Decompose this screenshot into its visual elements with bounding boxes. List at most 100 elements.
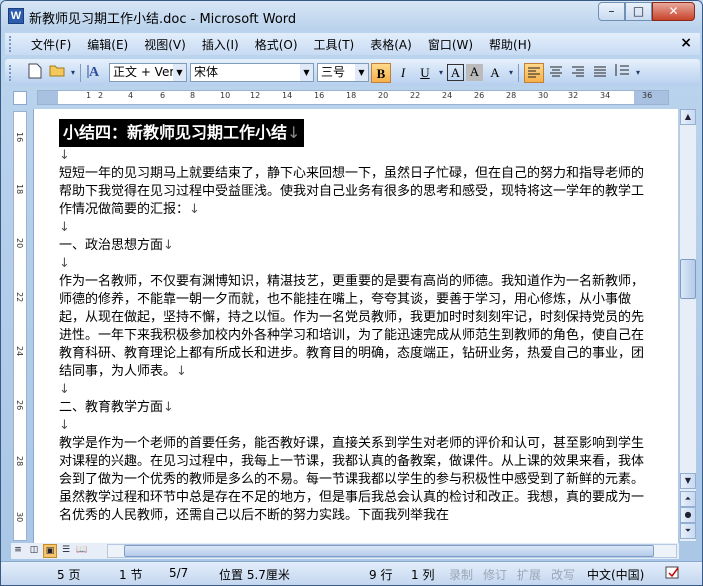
styles-pane-icon[interactable]: A (86, 63, 106, 83)
ruler-label: 24 (442, 91, 453, 100)
style-select[interactable]: 正文 + Ver ▼ (109, 63, 187, 82)
ruler-label: 1 (86, 91, 92, 100)
underline-button[interactable]: U (415, 63, 435, 83)
ruler-label: 20 (378, 91, 389, 100)
menu-tools[interactable]: 工具(T) (306, 36, 363, 53)
vruler-label: 24 (15, 346, 24, 357)
document-text[interactable]: 小结四：新教师见习期工作小结↓ ↓ 短短一年的见习期马上就要结束了，静下心来回想… (59, 109, 644, 525)
open-folder-icon[interactable] (47, 63, 67, 83)
font-size-select[interactable]: 三号 ▼ (317, 63, 369, 82)
status-column: 1 列 (411, 568, 435, 582)
window-title: 新教师见习期工作小结.doc - Microsoft Word (29, 12, 297, 27)
italic-button[interactable]: I (393, 63, 413, 83)
font-select-value: 宋体 (194, 65, 219, 79)
document-heading[interactable]: 小结四：新教师见习期工作小结↓ (59, 119, 305, 147)
horizontal-scrollbar[interactable] (107, 544, 677, 558)
horizontal-ruler[interactable]: 1 2 4 6 8 10 12 14 16 18 20 22 24 26 28 … (37, 90, 669, 105)
print-layout-icon[interactable]: ▣ (43, 544, 57, 558)
paragraph-mark-icon: ↓ (163, 238, 174, 253)
para1-text: 作为一名教师，不仅要有渊博知识，精湛技艺，更重要的是要有高尚的师德。我知道作为一… (59, 274, 645, 379)
web-view-icon[interactable]: ◫ (27, 544, 41, 558)
chevron-down-icon[interactable]: ▼ (300, 64, 313, 81)
bold-button[interactable]: B (371, 62, 391, 83)
view-bar: ≡ ◫ ▣ ☰ 📖 (11, 543, 679, 559)
ruler-label: 26 (474, 91, 485, 100)
chevron-down-icon[interactable]: ▼ (173, 64, 186, 81)
vertical-scrollbar[interactable]: ▲ ▼ ⏶ ● ⏷ (679, 109, 696, 541)
text-effects-button[interactable]: A (485, 63, 505, 83)
vruler-label: 28 (15, 456, 24, 467)
word-app-icon[interactable]: W (8, 8, 24, 24)
ruler-label: 28 (506, 91, 517, 100)
status-language: 中文(中国) (587, 568, 645, 582)
intro-paragraph[interactable]: 短短一年的见习期马上就要结束了，静下心来回想一下，虽然日子忙碌，但在自己的努力和… (59, 165, 644, 219)
document-area[interactable]: 小结四：新教师见习期工作小结↓ ↓ 短短一年的见习期马上就要结束了，静下心来回想… (33, 109, 678, 543)
menu-grip[interactable] (9, 36, 15, 52)
new-document-icon[interactable] (25, 63, 45, 83)
politics-paragraph[interactable]: 作为一名教师，不仅要有渊博知识，精湛技艺，更重要的是要有高尚的师德。我知道作为一… (59, 273, 644, 381)
horizontal-scroll-thumb[interactable] (124, 545, 654, 557)
status-extend[interactable]: 扩展 (517, 566, 541, 583)
previous-page-icon[interactable]: ⏶ (680, 491, 696, 507)
scroll-down-icon[interactable]: ▼ (680, 473, 696, 489)
svg-text:A: A (89, 65, 100, 79)
browse-object-icon[interactable]: ● (680, 507, 696, 523)
scroll-up-icon[interactable]: ▲ (680, 109, 696, 125)
scroll-thumb[interactable] (680, 259, 696, 299)
align-left-icon[interactable] (524, 62, 544, 83)
menu-insert[interactable]: 插入(I) (194, 36, 247, 53)
maximize-button[interactable]: □ (625, 2, 652, 21)
character-shading-button[interactable]: A (466, 64, 483, 81)
minimize-button[interactable]: – (598, 2, 625, 21)
reading-view-icon[interactable]: 📖 (75, 544, 89, 558)
status-record[interactable]: 录制 (449, 566, 473, 583)
para2-text: 教学是作为一个老师的首要任务，能否教好课，直接关系到学生对老师的评价和认可，甚至… (59, 436, 645, 523)
vruler-label: 26 (15, 400, 24, 411)
font-select[interactable]: 宋体 ▼ (190, 63, 314, 82)
ruler-label: 10 (220, 91, 231, 100)
menu-window[interactable]: 窗口(W) (420, 36, 481, 53)
vertical-ruler[interactable]: 16 18 20 22 24 26 28 30 (13, 111, 27, 541)
line-spacing-icon[interactable] (612, 63, 632, 83)
document-close-icon[interactable]: × (680, 35, 692, 51)
vruler-label: 18 (15, 184, 24, 195)
spelling-check-icon[interactable] (665, 566, 681, 583)
status-section: 1 节 (119, 568, 143, 582)
toolbar-options-icon[interactable]: ▾ (69, 63, 77, 83)
tab-selector[interactable] (13, 91, 27, 105)
menu-table[interactable]: 表格(A) (362, 36, 420, 53)
paragraph-mark-icon: ↓ (176, 364, 187, 379)
line-spacing-options-icon[interactable]: ▾ (634, 63, 642, 83)
status-overtype[interactable]: 改写 (551, 566, 575, 583)
vruler-label: 20 (15, 238, 24, 249)
section-heading-politics[interactable]: 一、政治思想方面↓ (59, 237, 644, 255)
align-center-icon[interactable] (546, 63, 566, 83)
menu-edit[interactable]: 编辑(E) (79, 36, 136, 53)
teaching-paragraph[interactable]: 教学是作为一个老师的首要任务，能否教好课，直接关系到学生对老师的评价和认可，甚至… (59, 435, 644, 525)
section-heading-teaching[interactable]: 二、教育教学方面↓ (59, 399, 644, 417)
heading-text: 小结四：新教师见习期工作小结 (63, 123, 288, 142)
justify-icon[interactable] (590, 63, 610, 83)
menu-file[interactable]: 文件(F) (23, 36, 79, 53)
status-track-changes[interactable]: 修订 (483, 566, 507, 583)
character-border-button[interactable]: A (447, 64, 464, 81)
ruler-label: 22 (410, 91, 421, 100)
status-pages: 5/7 (169, 566, 189, 580)
menu-view[interactable]: 视图(V) (136, 36, 194, 53)
ruler-label: 36 (642, 91, 653, 100)
underline-options-icon[interactable]: ▾ (437, 63, 445, 83)
ruler-label: 2 (98, 91, 104, 100)
menu-format[interactable]: 格式(O) (247, 36, 306, 53)
menu-help[interactable]: 帮助(H) (481, 36, 539, 53)
status-page: 5 页 (57, 568, 81, 582)
text-effects-options-icon[interactable]: ▾ (507, 63, 515, 83)
align-right-icon[interactable] (568, 63, 588, 83)
next-page-icon[interactable]: ⏷ (680, 523, 696, 539)
close-button[interactable]: ✕ (652, 2, 695, 21)
normal-view-icon[interactable]: ≡ (11, 544, 25, 558)
ruler-label: 34 (600, 91, 611, 100)
toolbar-grip[interactable] (9, 64, 15, 81)
section1-text: 一、政治思想方面 (59, 238, 164, 253)
outline-view-icon[interactable]: ☰ (59, 544, 73, 558)
chevron-down-icon[interactable]: ▼ (355, 64, 368, 81)
